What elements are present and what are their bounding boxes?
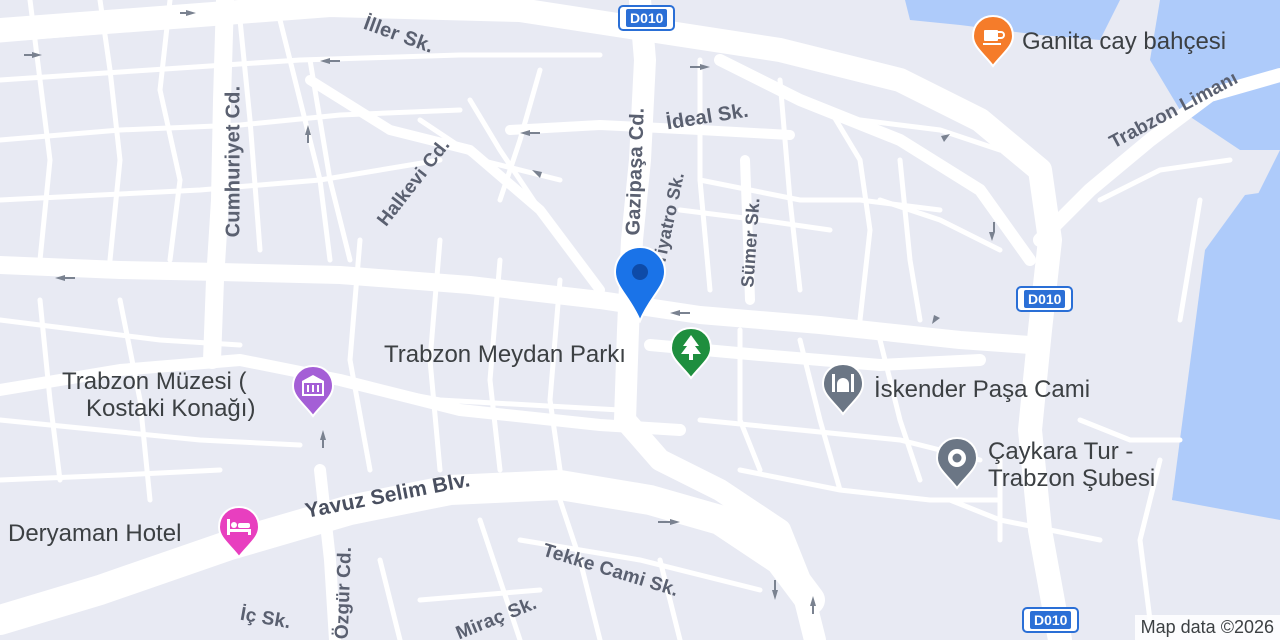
poi-label-deryaman[interactable]: Deryaman Hotel (8, 520, 181, 547)
poi-label-meydan[interactable]: Trabzon Meydan Parkı (384, 341, 626, 368)
road-yavuz (0, 470, 825, 635)
road-shield-d010-bottom: D010 (1022, 607, 1080, 633)
tree-icon (669, 326, 713, 380)
poi-label-caykara-line2[interactable]: Trabzon Şubesi (988, 465, 1155, 492)
museum-icon (291, 364, 335, 418)
road-to-d010 (714, 54, 1036, 266)
map-canvas[interactable]: İller Sk. Cumhuriyet Cd. Halkevi Cd. Gaz… (0, 0, 1280, 640)
poi-label-ganita[interactable]: Ganita cay bahçesi (1022, 28, 1226, 55)
mosque-icon (821, 362, 865, 416)
road-shield-d010-right: D010 (1016, 286, 1074, 312)
poi-label-caykara-line1[interactable]: Çaykara Tur - (988, 438, 1133, 465)
road-main-ew (0, 256, 1039, 354)
poi-label-iskender[interactable]: İskender Paşa Cami (874, 376, 1090, 403)
sea-water-right (1172, 190, 1280, 520)
poi-label-muzesi-line2[interactable]: Kostaki Konağı) (86, 395, 255, 422)
street-label-ozgur: Özgür Cd. (331, 546, 356, 640)
street-label-gazipasa: Gazipaşa Cd. (622, 107, 649, 236)
hotel-icon (217, 505, 261, 559)
road-shield-d010-top: D010 (618, 5, 676, 31)
map-attribution: Map data ©2026 (1134, 615, 1280, 640)
poi-label-muzesi-line1[interactable]: Trabzon Müzesi ( (62, 368, 247, 395)
street-label-cumhuriyet: Cumhuriyet Cd. (222, 85, 245, 238)
place-icon (935, 436, 979, 490)
location-pin-icon (613, 245, 667, 323)
coffee-icon (971, 14, 1015, 68)
